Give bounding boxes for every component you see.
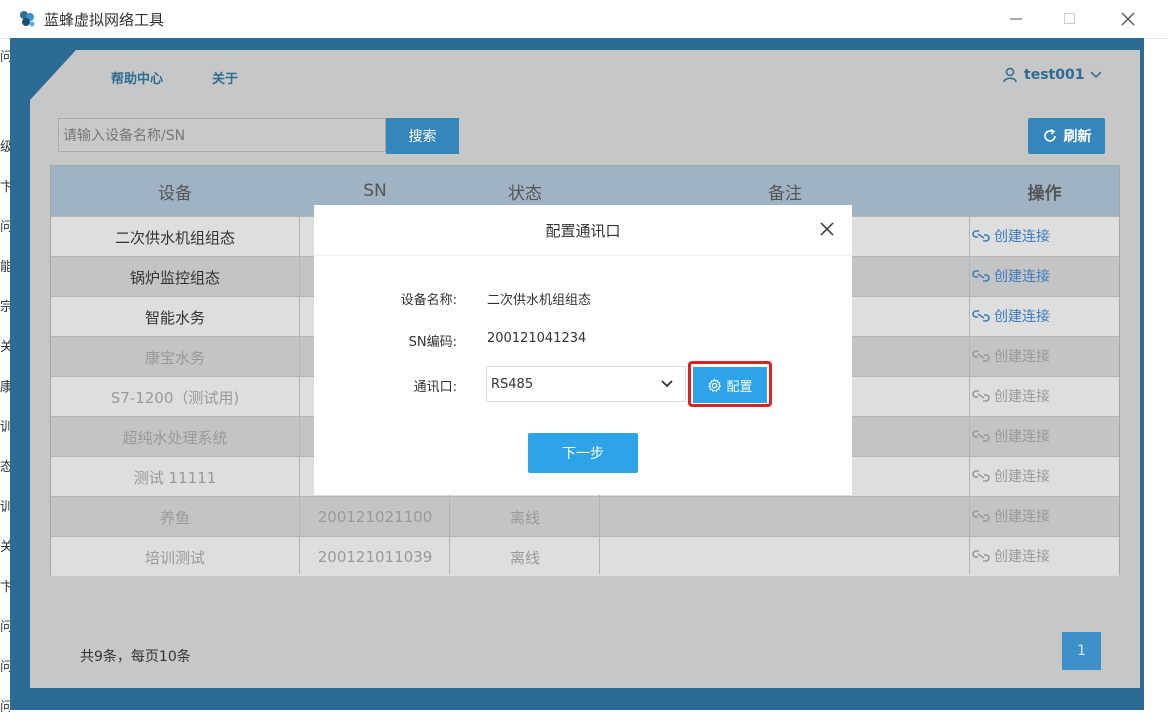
minimize-icon xyxy=(1010,18,1022,20)
device-name-value: 二次供水机组组态 xyxy=(487,293,592,308)
cell-device: 康宝水务 xyxy=(144,348,205,367)
link-icon xyxy=(972,510,990,522)
create-connection-link[interactable]: 创建连接 xyxy=(972,416,1050,456)
cell-sn: 200121011039 xyxy=(317,548,433,566)
nav-about[interactable]: 关于 xyxy=(212,68,238,87)
next-step-button[interactable]: 下一步 xyxy=(528,433,638,473)
cell-device: 测试 11111 xyxy=(133,468,217,487)
maximize-button[interactable] xyxy=(1048,5,1092,33)
table-row: 培训测试 200121011039 离线 xyxy=(51,536,1119,576)
minimize-button[interactable] xyxy=(994,5,1038,33)
cell-device: 锅炉监控组态 xyxy=(129,268,220,287)
link-icon xyxy=(972,470,990,482)
column-header-device: 设备 xyxy=(158,183,192,204)
pagination-summary: 共9条，每页10条 xyxy=(80,649,191,665)
link-icon xyxy=(972,550,990,562)
cell-note xyxy=(600,497,970,537)
header-corner xyxy=(30,50,76,100)
create-connection-label: 创建连接 xyxy=(994,429,1050,445)
cell-sn: 200121021100 xyxy=(317,508,433,526)
search-input[interactable]: 请输入设备名称/SN xyxy=(58,118,386,152)
user-menu[interactable]: test001 xyxy=(1002,67,1102,83)
cell-device: S7-1200（测试用) xyxy=(110,388,240,407)
create-connection-link[interactable]: 创建连接 xyxy=(972,376,1050,416)
background-window-edge-right xyxy=(1144,38,1168,720)
create-connection-label: 创建连接 xyxy=(994,269,1050,285)
create-connection-link[interactable]: 创建连接 xyxy=(972,296,1050,336)
chevron-down-icon xyxy=(661,380,673,388)
create-connection-label: 创建连接 xyxy=(994,349,1050,365)
cell-status: 离线 xyxy=(509,548,540,567)
nav-help-center[interactable]: 帮助中心 xyxy=(111,68,163,87)
create-connection-label: 创建连接 xyxy=(994,229,1050,245)
highlight-annotation xyxy=(688,361,772,407)
create-connection-link[interactable]: 创建连接 xyxy=(972,336,1050,376)
cell-device: 智能水务 xyxy=(144,308,205,327)
close-icon xyxy=(1121,12,1135,26)
column-header-action: 操作 xyxy=(1027,183,1062,204)
create-connection-label: 创建连接 xyxy=(994,469,1050,485)
create-connection-label: 创建连接 xyxy=(994,509,1050,525)
refresh-label: 刷新 xyxy=(1063,129,1092,145)
create-connection-link[interactable]: 创建连接 xyxy=(972,456,1050,496)
refresh-icon xyxy=(1043,128,1056,142)
cell-device: 养鱼 xyxy=(159,508,190,527)
link-icon xyxy=(972,430,990,442)
sn-value: 200121041234 xyxy=(487,331,587,346)
search-button[interactable]: 搜索 xyxy=(386,118,459,154)
create-connection-link[interactable]: 创建连接 xyxy=(972,216,1050,256)
create-connection-label: 创建连接 xyxy=(994,309,1050,325)
port-select-value: RS485 xyxy=(491,376,534,392)
create-connection-link[interactable]: 创建连接 xyxy=(972,256,1050,296)
link-icon xyxy=(972,350,990,362)
create-connection-link[interactable]: 创建连接 xyxy=(972,496,1050,536)
sn-label: SN编码: xyxy=(408,335,457,350)
user-icon xyxy=(1003,67,1017,83)
cell-status: 离线 xyxy=(509,508,540,527)
cell-note xyxy=(600,537,970,577)
port-select[interactable]: RS485 xyxy=(486,366,686,402)
cell-device: 培训测试 xyxy=(144,548,205,567)
link-icon xyxy=(972,390,990,402)
table-row: 养鱼 200121021100 离线 xyxy=(51,496,1119,536)
column-divider xyxy=(969,216,970,574)
window-title: 蓝蜂虚拟网络工具 xyxy=(44,11,165,29)
page-button-1[interactable]: 1 xyxy=(1062,632,1101,670)
close-window-button[interactable] xyxy=(1106,5,1150,33)
create-connection-label: 创建连接 xyxy=(994,389,1050,405)
column-divider xyxy=(299,216,300,574)
search-placeholder: 请输入设备名称/SN xyxy=(63,128,186,144)
dialog-close-icon[interactable] xyxy=(818,220,836,238)
port-label: 通讯口: xyxy=(413,380,457,395)
create-connection-label: 创建连接 xyxy=(994,549,1050,565)
cell-device: 超纯水处理系统 xyxy=(122,428,228,447)
device-name-label: 设备名称: xyxy=(400,293,457,308)
window-titlebar xyxy=(0,0,1168,39)
dialog-title: 配置通讯口 xyxy=(314,205,852,256)
link-icon xyxy=(972,230,990,242)
maximize-icon xyxy=(1064,13,1075,24)
chevron-down-icon xyxy=(1090,71,1102,79)
username: test001 xyxy=(1024,67,1085,83)
cell-device: 二次供水机组组态 xyxy=(114,228,235,247)
app-logo-icon xyxy=(20,11,35,27)
link-icon xyxy=(972,270,990,282)
create-connection-link[interactable]: 创建连接 xyxy=(972,536,1050,576)
app-header xyxy=(30,50,1140,100)
background-window-edge: 问级卞 问能宗 关康训 态训关 卞问问 问 xyxy=(0,38,10,720)
refresh-button[interactable]: 刷新 xyxy=(1028,118,1105,154)
link-icon xyxy=(972,310,990,322)
